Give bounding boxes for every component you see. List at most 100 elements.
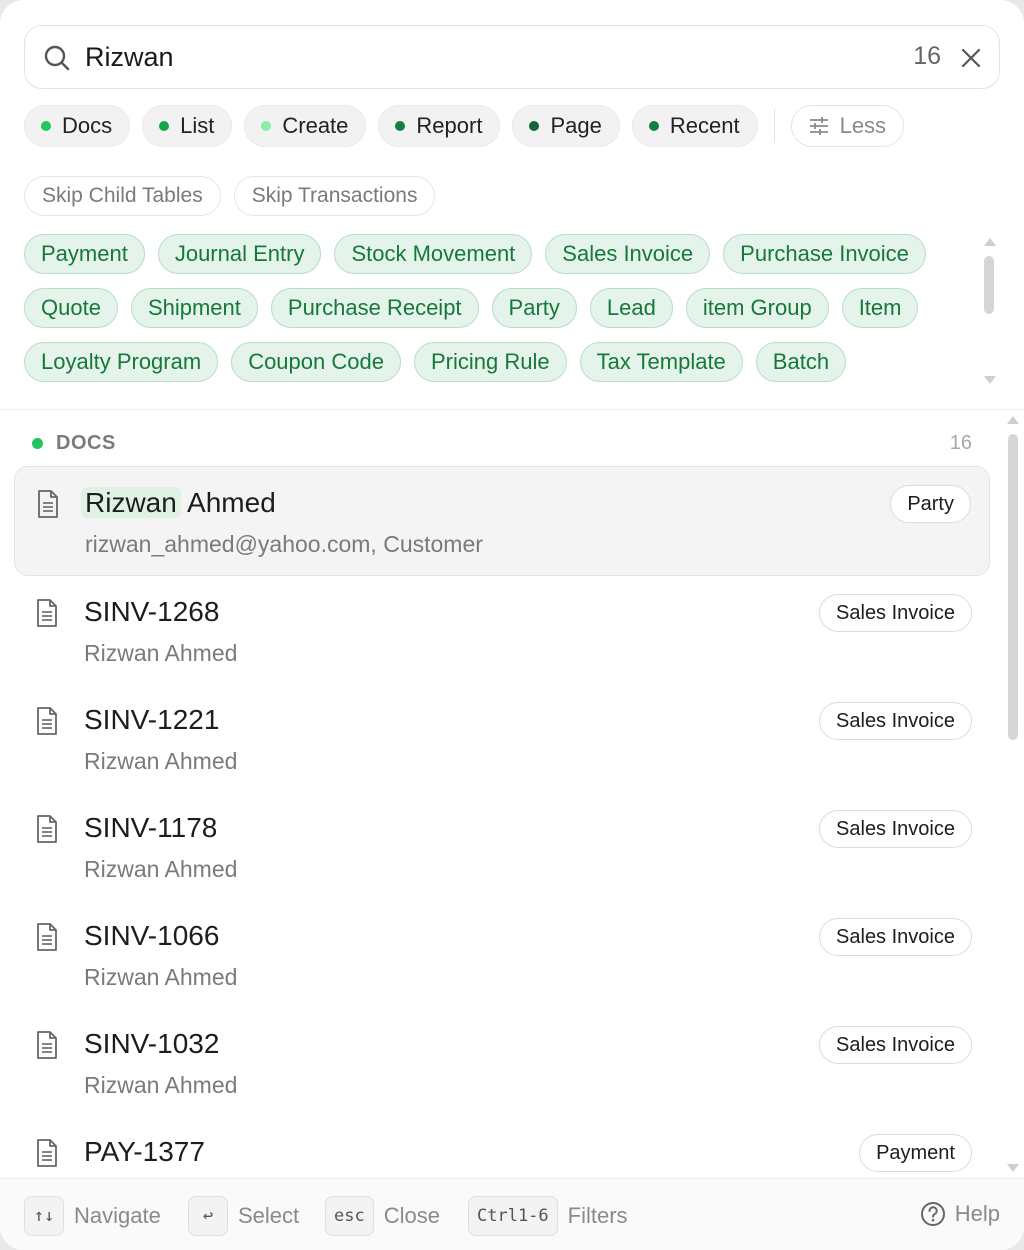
tag-row: Payment Journal Entry Stock Movement Sal… — [24, 234, 974, 274]
results-scrollbar[interactable] — [1006, 414, 1020, 1174]
divider — [0, 409, 1024, 410]
result-subtitle: Rizwan Ahmed — [84, 856, 238, 882]
search-bar: 16 — [24, 25, 1000, 89]
hint-select: ↩ Select — [188, 1196, 299, 1236]
filter-dot — [41, 121, 51, 131]
tag-batch[interactable]: Batch — [755, 342, 847, 382]
result-subtitle: rizwan_ahmed@yahoo.com, Customer — [85, 531, 483, 557]
result-title: SINV-1066 — [84, 920, 220, 951]
scroll-down-icon[interactable] — [984, 376, 996, 384]
result-item[interactable]: SINV-1178 Rizwan Ahmed Sales Invoice — [14, 792, 990, 900]
keyboard-hints-footer: ↑↓ Navigate ↩ Select esc Close Ctrl1-6 F… — [0, 1178, 1024, 1250]
hint-label: Filters — [567, 1203, 628, 1228]
skip-transactions-toggle[interactable]: Skip Transactions — [233, 176, 436, 216]
tag-purchase-receipt[interactable]: Purchase Receipt — [270, 288, 479, 328]
filter-dot — [395, 121, 406, 131]
help-label: Help — [954, 1201, 1000, 1226]
hint-label: Select — [238, 1203, 300, 1228]
group-filters: Docs List Create Report Page Recent Less — [24, 105, 905, 147]
result-item[interactable]: PAY-1377 Payment — [14, 1116, 990, 1178]
result-subtitle: Rizwan Ahmed — [84, 1072, 238, 1098]
key-filters: Ctrl1-6 — [468, 1196, 558, 1236]
filter-dot — [159, 121, 170, 131]
hint-navigate: ↑↓ Navigate — [24, 1196, 161, 1236]
tag-lead[interactable]: Lead — [589, 288, 673, 328]
result-item[interactable]: SINV-1268 Rizwan Ahmed Sales Invoice — [14, 576, 990, 684]
scrollbar-thumb[interactable] — [1008, 434, 1018, 740]
key-close: esc — [325, 1196, 374, 1236]
scroll-up-icon[interactable] — [984, 238, 996, 246]
less-button[interactable]: Less — [790, 105, 905, 147]
result-title: SINV-1178 — [84, 812, 218, 843]
help-button[interactable]: Help — [920, 1201, 1000, 1227]
search-palette: 16 Docs List Create Report Page Recent L… — [0, 0, 1024, 1250]
search-input[interactable] — [85, 40, 885, 74]
result-title-rest: Ahmed — [180, 487, 276, 518]
help-circle-icon — [920, 1202, 945, 1226]
hint-close: esc Close — [325, 1196, 440, 1236]
filter-label: Page — [550, 113, 602, 138]
doctype-badge: Sales Invoice — [819, 1026, 972, 1064]
tag-loyalty-program[interactable]: Loyalty Program — [24, 342, 219, 382]
filter-label: Recent — [669, 113, 740, 138]
filter-report[interactable]: Report — [378, 105, 501, 147]
tag-row: Quote Shipment Purchase Receipt Party Le… — [24, 288, 974, 328]
section-header-docs: DOCS 16 — [32, 432, 972, 456]
doctype-badge: Payment — [859, 1134, 972, 1172]
document-icon — [37, 599, 57, 627]
result-item[interactable]: SINV-1221 Rizwan Ahmed Sales Invoice — [14, 684, 990, 792]
scroll-up-icon[interactable] — [1007, 416, 1019, 424]
filter-docs[interactable]: Docs — [24, 105, 131, 147]
tag-stock-movement[interactable]: Stock Movement — [334, 234, 533, 274]
hint-label: Navigate — [74, 1203, 161, 1228]
tag-tax-template[interactable]: Tax Template — [579, 342, 743, 382]
result-count: 16 — [913, 42, 941, 70]
less-label: Less — [839, 113, 887, 138]
skip-options: Skip Child Tables Skip Transactions — [24, 176, 436, 216]
sliders-icon — [809, 117, 828, 135]
filter-create[interactable]: Create — [244, 105, 367, 147]
tag-quote[interactable]: Quote — [24, 288, 118, 328]
filter-dot — [261, 121, 272, 131]
doctype-badge: Sales Invoice — [819, 594, 972, 632]
section-count: 16 — [949, 432, 972, 454]
tag-purchase-invoice[interactable]: Purchase Invoice — [723, 234, 926, 274]
tag-payment[interactable]: Payment — [24, 234, 145, 274]
skip-child-tables-toggle[interactable]: Skip Child Tables — [24, 176, 221, 216]
document-icon — [37, 923, 57, 951]
doctype-badge: Sales Invoice — [819, 702, 972, 740]
hint-label: Close — [383, 1203, 440, 1228]
result-item[interactable]: Rizwan Ahmed rizwan_ahmed@yahoo.com, Cus… — [14, 466, 990, 576]
doctype-tags: Payment Journal Entry Stock Movement Sal… — [24, 234, 974, 396]
tag-item-group[interactable]: item Group — [685, 288, 829, 328]
filter-list[interactable]: List — [142, 105, 233, 147]
doctype-badge: Party — [890, 485, 971, 523]
filter-page[interactable]: Page — [512, 105, 620, 147]
filter-dot — [529, 121, 540, 131]
close-icon[interactable] — [959, 46, 983, 70]
result-item[interactable]: SINV-1066 Rizwan Ahmed Sales Invoice — [14, 900, 990, 1008]
key-navigate: ↑↓ — [24, 1196, 64, 1236]
scrollbar-thumb[interactable] — [984, 256, 994, 314]
tags-scrollbar[interactable] — [983, 236, 997, 386]
tag-journal-entry[interactable]: Journal Entry — [157, 234, 322, 274]
tag-pricing-rule[interactable]: Pricing Rule — [413, 342, 567, 382]
tag-party[interactable]: Party — [491, 288, 577, 328]
document-icon — [37, 1031, 57, 1059]
results-list: Rizwan Ahmed rizwan_ahmed@yahoo.com, Cus… — [14, 466, 990, 1178]
result-title: Rizwan Ahmed — [81, 487, 276, 519]
scroll-down-icon[interactable] — [1007, 1164, 1019, 1172]
key-select: ↩ — [188, 1196, 228, 1236]
tag-sales-invoice[interactable]: Sales Invoice — [545, 234, 711, 274]
tag-coupon-code[interactable]: Coupon Code — [231, 342, 401, 382]
result-subtitle: Rizwan Ahmed — [84, 748, 238, 774]
filter-recent[interactable]: Recent — [631, 105, 758, 147]
filter-label: Docs — [62, 113, 113, 138]
tag-item[interactable]: Item — [841, 288, 919, 328]
result-item[interactable]: SINV-1032 Rizwan Ahmed Sales Invoice — [14, 1008, 990, 1116]
filter-divider — [773, 109, 775, 143]
result-subtitle: Rizwan Ahmed — [84, 640, 238, 666]
tag-shipment[interactable]: Shipment — [130, 288, 258, 328]
section-title: DOCS — [56, 432, 116, 454]
filter-label: List — [180, 113, 215, 138]
